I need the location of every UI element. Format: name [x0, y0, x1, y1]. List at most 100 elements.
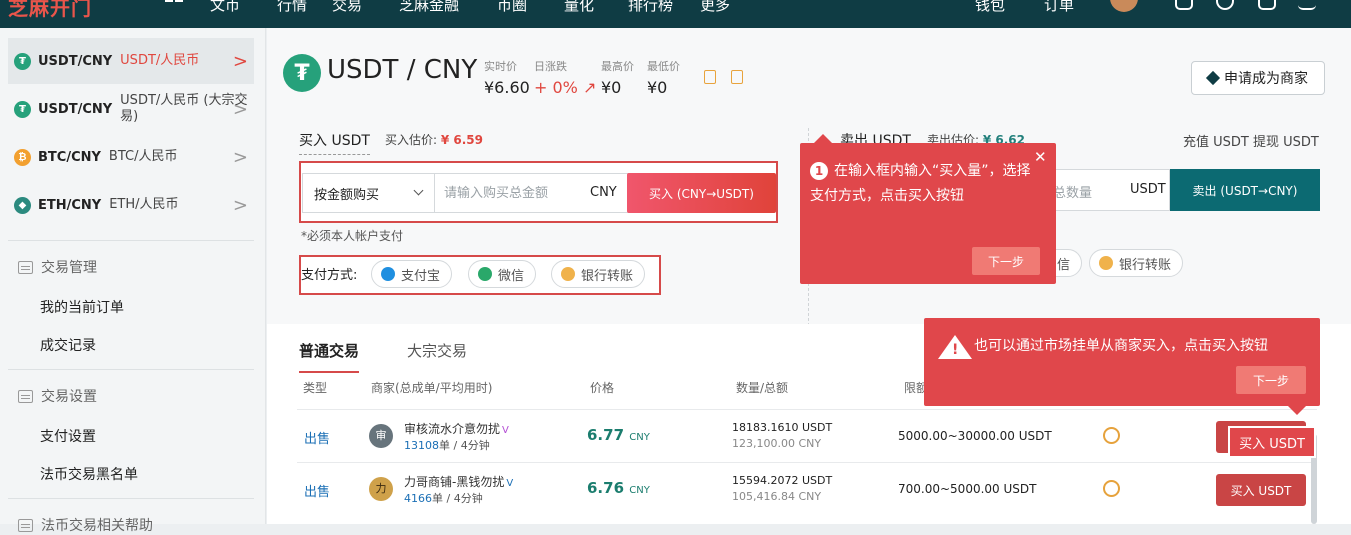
home-icon[interactable]: [1175, 0, 1193, 10]
trade-type: 出售: [304, 432, 331, 447]
nav-item[interactable]: 更多: [700, 0, 730, 15]
sidebar-link-payment-settings[interactable]: 支付设置: [40, 426, 96, 446]
become-merchant-button[interactable]: 申请成为商家: [1191, 61, 1325, 95]
merchant-name: 审核流水介意勿扰: [404, 422, 501, 436]
merchant-time: 单 / 4分钟: [432, 492, 483, 505]
trade-limit: 5000.00~30000.00 USDT: [898, 429, 1052, 443]
pay-method-wechat[interactable]: 微信: [468, 260, 537, 288]
pay-method-alipay[interactable]: 支付宝: [371, 260, 453, 288]
highlighted-buy-button[interactable]: 买入 USDT: [1230, 428, 1314, 456]
nav-wallet[interactable]: 钱包: [975, 0, 1005, 15]
pay-method-label: 信: [1057, 257, 1071, 273]
tooltip-text: 1 在输入框内输入“买入量”，选择支付方式，点击买入按钮: [810, 159, 1036, 209]
user-icon[interactable]: [1216, 0, 1234, 10]
column-header: 商家(总成单/平均用时): [371, 381, 493, 395]
chevron-down-icon: [413, 185, 424, 196]
pair-name: USDT/人民币: [120, 53, 200, 68]
site-logo[interactable]: 芝麻开门: [8, 0, 92, 21]
merchant-orders: 4166: [404, 492, 432, 505]
buy-unit: CNY: [590, 185, 617, 200]
verified-badge-icon: V: [502, 425, 509, 436]
stat-label: 日涨跌: [534, 60, 567, 73]
buy-estimate-value: ¥ 6.59: [440, 133, 484, 147]
merchant-info[interactable]: 审核流水介意勿扰 V 13108单 / 4分钟: [404, 420, 509, 453]
sell-pay-method-wechat[interactable]: 信: [1052, 249, 1083, 277]
trade-type: 出售: [304, 485, 331, 500]
pair-name: ETH/人民币: [109, 197, 179, 212]
nav-item[interactable]: 量化: [564, 0, 594, 15]
pair-symbol: USDT/CNY: [38, 101, 113, 117]
section-title: 交易管理: [41, 260, 97, 276]
nav-item[interactable]: 排行榜: [628, 0, 673, 15]
merchant-avatar[interactable]: 审: [369, 424, 393, 448]
chevron-right-icon: >: [232, 98, 248, 120]
stat-value: ¥0: [601, 78, 622, 97]
notification-icon[interactable]: [1298, 0, 1316, 10]
edit-note-icon[interactable]: [704, 70, 716, 84]
deposit-withdraw-links[interactable]: 充值 USDT 提现 USDT: [1183, 131, 1319, 150]
column-header: 数量/总额: [736, 381, 789, 395]
merchant-orders: 13108: [404, 439, 439, 452]
merchant-avatar[interactable]: 力: [369, 477, 393, 501]
section-title: 交易设置: [41, 389, 97, 405]
total-value: 123,100.00 CNY: [732, 437, 822, 450]
sell-placeholder: 总数量: [1053, 186, 1093, 201]
buy-button[interactable]: 买入 (CNY→USDT): [627, 173, 776, 213]
sidebar-link-blacklist[interactable]: 法币交易黑名单: [40, 464, 138, 484]
price-currency: CNY: [629, 485, 650, 496]
usdt-coin-icon: ₮: [14, 52, 31, 70]
nav-item[interactable]: 芝麻金融: [399, 0, 459, 15]
nav-item[interactable]: 行情: [277, 0, 307, 15]
table-row: 出售 审 审核流水介意勿扰 V 13108单 / 4分钟 6.77 CNY 181…: [297, 409, 1317, 462]
nav-item[interactable]: 文币: [210, 0, 240, 15]
stat-label: 最高价: [601, 60, 634, 73]
trade-price: 6.77 CNY: [587, 426, 650, 444]
buy-mode-select[interactable]: 按金额购买: [303, 174, 435, 212]
nav-item[interactable]: 币圈: [497, 0, 527, 15]
column-header: 类型: [303, 381, 328, 395]
close-icon[interactable]: ✕: [1034, 148, 1047, 166]
nav-orders[interactable]: 订单: [1044, 0, 1074, 15]
sell-pay-method-bank[interactable]: 银行转账: [1089, 249, 1184, 277]
bank-card-icon: [1103, 427, 1120, 444]
sidebar-pair-btc-cny[interactable]: ₿ BTC/CNY BTC/人民币 >: [8, 134, 254, 180]
sidebar-link-current-orders[interactable]: 我的当前订单: [40, 297, 124, 317]
sidebar-link-trade-history[interactable]: 成交记录: [40, 335, 96, 355]
settings-icon[interactable]: [1258, 0, 1276, 10]
price-value: 6.76: [587, 479, 625, 497]
buy-amount-input[interactable]: [437, 174, 582, 212]
nav-item[interactable]: 交易: [332, 0, 362, 15]
alipay-icon: [381, 267, 395, 281]
avatar[interactable]: [1110, 0, 1138, 12]
chevron-right-icon: >: [232, 50, 248, 72]
section-help[interactable]: 法币交易相关帮助: [18, 515, 153, 535]
pay-method-label: 微信: [498, 268, 525, 284]
calendar-icon[interactable]: [731, 70, 743, 84]
column-header: 价格: [590, 381, 615, 395]
pay-method-label: 支付宝: [401, 268, 441, 284]
pair-symbol: BTC/CNY: [38, 149, 101, 165]
pay-method-bank[interactable]: 银行转账: [551, 260, 646, 288]
trade-limit: 700.00~5000.00 USDT: [898, 482, 1037, 496]
next-step-button[interactable]: 下一步: [972, 247, 1040, 275]
tab-normal-trade[interactable]: 普通交易: [299, 340, 360, 373]
diamond-icon: [1205, 70, 1221, 86]
bank-card-icon: [561, 267, 575, 281]
tab-block-trade[interactable]: 大宗交易: [407, 340, 467, 361]
buy-mode-value: 按金额购买: [314, 187, 380, 203]
sell-button[interactable]: 卖出 (USDT→CNY): [1170, 169, 1320, 211]
pay-method-label: 银行转账: [581, 268, 634, 284]
sidebar-pair-usdt-cny[interactable]: ₮ USDT/CNY USDT/人民币 >: [8, 38, 254, 84]
buy-panel-title: 买入 USDT: [299, 130, 370, 155]
merchant-info[interactable]: 力哥商铺-黑钱勿扰 V 4166单 / 4分钟: [404, 473, 513, 506]
pair-symbol: USDT/CNY: [38, 53, 113, 69]
bank-card-icon: [1103, 480, 1120, 497]
sidebar-pair-usdt-cny-block[interactable]: ₮ USDT/CNY USDT/人民币 (大宗交易) >: [8, 86, 254, 132]
sidebar-pair-eth-cny[interactable]: ◆ ETH/CNY ETH/人民币 >: [8, 182, 254, 228]
guide-tooltip-step1: 1 在输入框内输入“买入量”，选择支付方式，点击买入按钮 ✕ 下一步: [800, 134, 1056, 284]
next-step-button[interactable]: 下一步: [1236, 366, 1306, 394]
divider: [8, 369, 254, 370]
row-buy-button[interactable]: 买入 USDT: [1216, 474, 1306, 506]
chevron-right-icon: >: [232, 146, 248, 168]
apps-grid-icon[interactable]: [165, 0, 183, 10]
